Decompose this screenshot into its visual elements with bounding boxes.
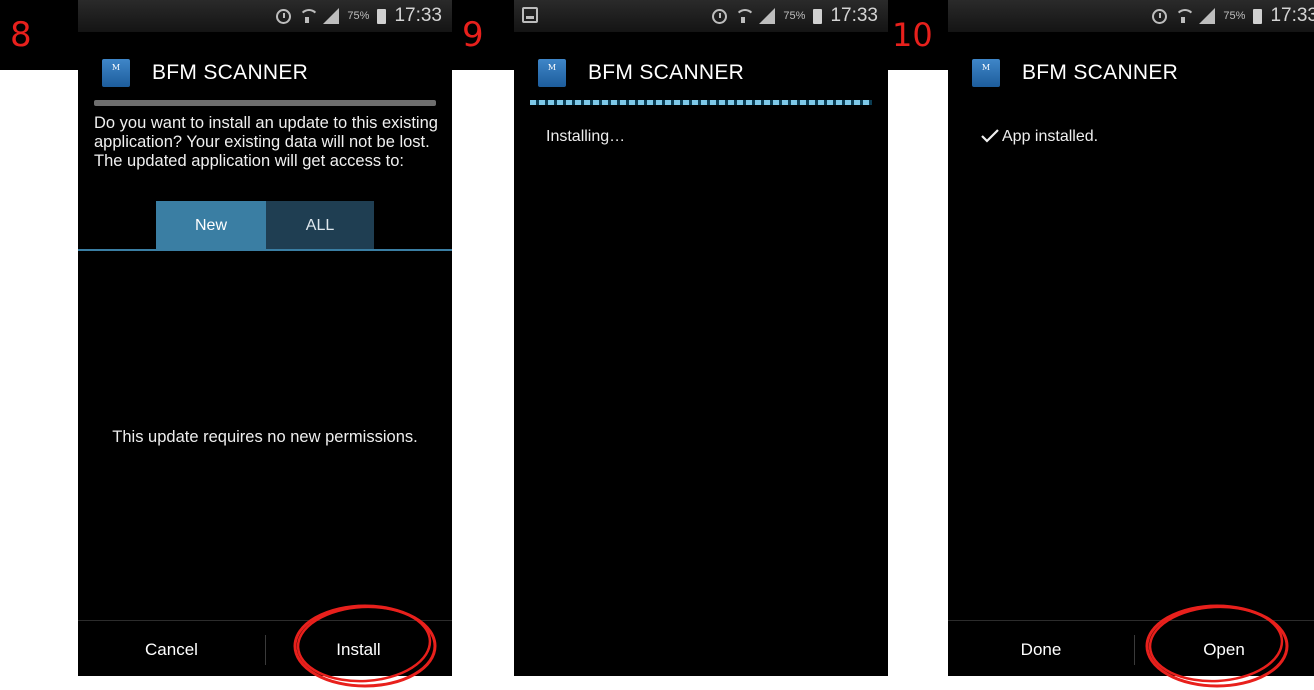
status-bar: 75% 17:33 (78, 0, 452, 32)
app-header: M BFM SCANNER (948, 55, 1314, 95)
bfm-app-icon: M (102, 59, 130, 87)
battery-percent: 75% (347, 10, 370, 22)
app-title: BFM SCANNER (1022, 61, 1179, 84)
alarm-icon (712, 8, 728, 24)
phone-screen-step-9: 75% 17:33 M BFM SCANNER Installing… (514, 0, 888, 676)
tab-underline (78, 249, 452, 251)
app-header: M BFM SCANNER (78, 55, 452, 95)
status-bar: 75% 17:33 (514, 0, 888, 32)
status-time: 17:33 (1270, 5, 1314, 26)
alarm-icon (276, 8, 292, 24)
install-progress-bar (530, 100, 872, 105)
phone-screen-step-10: 75% 17:33 M BFM SCANNER App installed. D… (948, 0, 1314, 676)
checkmark-icon (981, 129, 999, 143)
app-title: BFM SCANNER (152, 61, 309, 84)
permission-tabs: New ALL (78, 201, 452, 251)
status-bar: 75% 17:33 (948, 0, 1314, 32)
alarm-icon (1152, 8, 1168, 24)
phone-screen-step-8: 75% 17:33 M BFM SCANNER Do you want to i… (78, 0, 452, 676)
action-bar: Done Open (948, 620, 1314, 676)
status-time: 17:33 (394, 5, 442, 26)
cancel-button[interactable]: Cancel (78, 621, 265, 676)
install-button[interactable]: Install (265, 621, 452, 676)
battery-icon (813, 8, 823, 24)
signal-icon (1199, 8, 1216, 24)
permissions-text: This update requires no new permissions. (112, 428, 418, 446)
app-title: BFM SCANNER (588, 61, 745, 84)
install-complete-status: App installed. (1002, 128, 1099, 145)
header-divider (94, 100, 436, 106)
done-button[interactable]: Done (948, 621, 1134, 676)
bfm-app-icon: M (972, 59, 1000, 87)
installing-status: Installing… (546, 128, 626, 145)
wifi-icon (1175, 9, 1196, 23)
battery-icon (1253, 8, 1263, 24)
step-number-8: 8 (0, 0, 78, 70)
status-time: 17:33 (830, 5, 878, 26)
open-button[interactable]: Open (1134, 621, 1314, 676)
wifi-icon (299, 9, 320, 23)
screenshot-notification-icon (522, 7, 538, 23)
tab-new[interactable]: New (156, 201, 266, 249)
signal-icon (759, 8, 776, 24)
bfm-app-icon: M (538, 59, 566, 87)
step-number-10: 10 (888, 0, 948, 70)
battery-percent: 75% (783, 10, 806, 22)
signal-icon (323, 8, 340, 24)
tab-all[interactable]: ALL (266, 201, 374, 249)
app-header: M BFM SCANNER (514, 55, 888, 95)
battery-percent: 75% (1223, 10, 1246, 22)
action-bar: Cancel Install (78, 620, 452, 676)
step-number-9: 9 (452, 0, 514, 70)
update-message: Do you want to install an update to this… (94, 114, 438, 170)
wifi-icon (735, 9, 756, 23)
battery-icon (377, 8, 387, 24)
